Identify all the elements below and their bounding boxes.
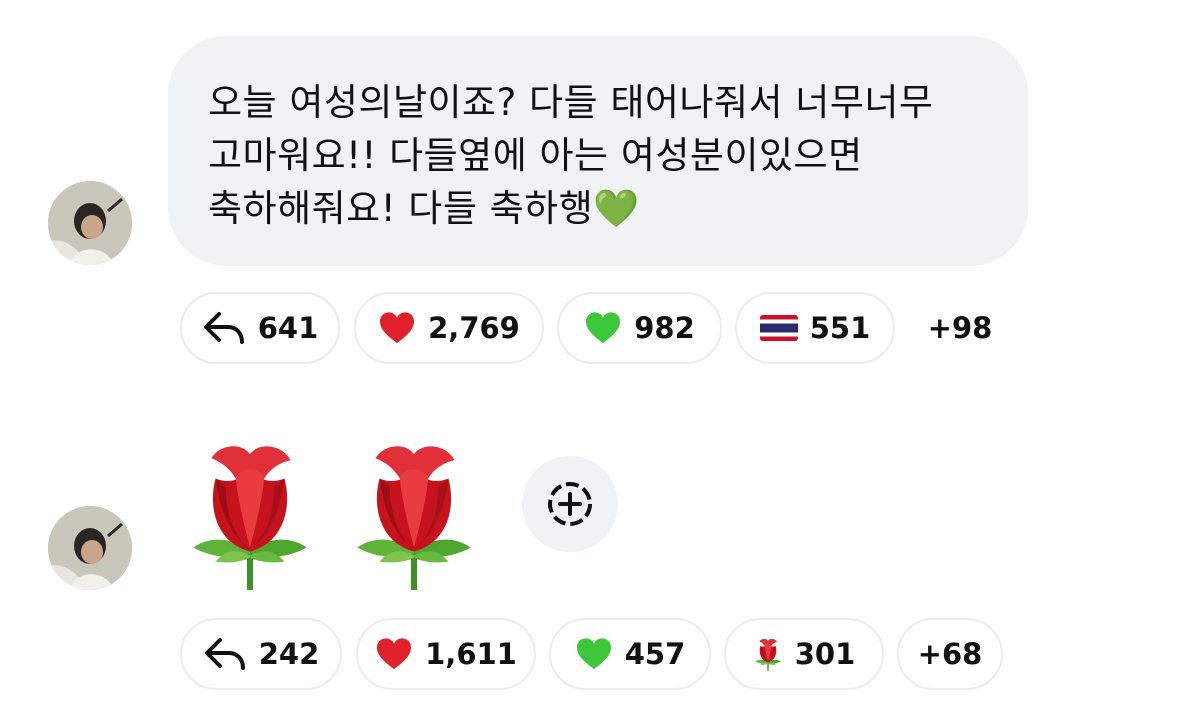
reply-count: 242 — [258, 637, 320, 671]
message-bubble[interactable]: 오늘 여성의날이죠? 다들 태어나줘서 너무너무 고마워요!! 다들옆에 아는 … — [168, 36, 1028, 266]
red-heart-icon — [378, 311, 416, 345]
green-heart-icon — [584, 311, 622, 345]
reply-icon — [203, 636, 247, 672]
more-reactions-button[interactable]: +98 — [908, 292, 1012, 364]
profile-photo — [48, 181, 132, 265]
red-heart-icon — [375, 637, 413, 671]
reply-button[interactable]: 641 — [180, 292, 340, 364]
reaction-thailand-flag[interactable]: 551 — [735, 292, 895, 364]
reaction-count: 551 — [809, 311, 871, 345]
reaction-count: 457 — [624, 637, 686, 671]
message-text: 오늘 여성의날이죠? 다들 태어나줘서 너무너무 고마워요!! 다들옆에 아는 … — [208, 81, 934, 230]
reaction-green-heart[interactable]: 982 — [557, 292, 722, 364]
more-reactions-count: +98 — [927, 311, 993, 345]
thailand-flag-icon — [759, 315, 798, 341]
reaction-count: 2,769 — [428, 311, 520, 345]
more-reactions-button[interactable]: +68 — [897, 618, 1003, 690]
reply-count: 641 — [257, 311, 319, 345]
reaction-count: 982 — [634, 311, 695, 345]
reply-icon — [202, 310, 246, 346]
reaction-green-heart[interactable]: 457 — [549, 618, 711, 690]
rose-emoji[interactable] — [346, 438, 482, 590]
reply-button[interactable]: 242 — [180, 618, 342, 690]
reaction-red-heart[interactable]: 1,611 — [356, 618, 536, 690]
add-reaction-button[interactable] — [522, 456, 618, 552]
avatar[interactable] — [48, 181, 132, 265]
reaction-red-heart[interactable]: 2,769 — [354, 292, 544, 364]
reaction-count: 1,611 — [425, 637, 517, 671]
green-heart-icon — [575, 637, 613, 671]
rose-emoji[interactable] — [182, 438, 318, 590]
add-reaction-icon — [548, 482, 592, 526]
reaction-count: 301 — [794, 637, 856, 671]
profile-photo — [48, 506, 132, 590]
more-reactions-count: +68 — [917, 637, 983, 671]
avatar[interactable] — [48, 506, 132, 590]
rose-icon — [753, 637, 783, 671]
reaction-rose[interactable]: 301 — [724, 618, 884, 690]
